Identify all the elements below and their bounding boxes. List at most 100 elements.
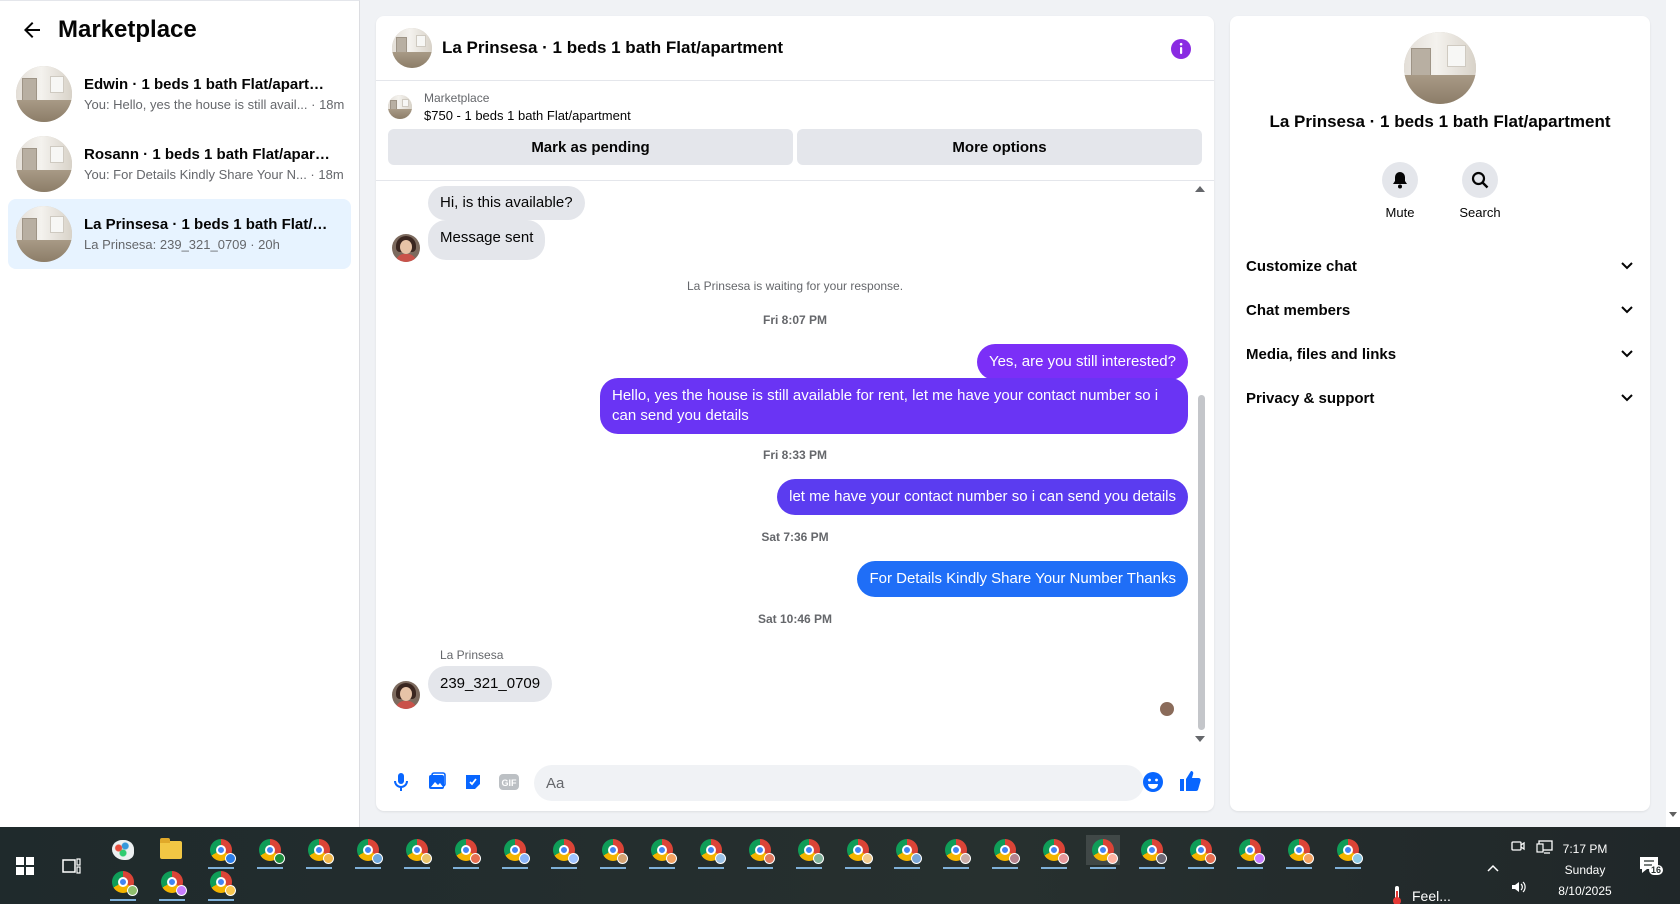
emoji-icon[interactable]: [1142, 771, 1164, 793]
contact-avatar: [392, 234, 420, 262]
conversation-preview: La Prinsesa: 239_321_0709 · 20h: [84, 237, 280, 252]
mark-as-pending-button[interactable]: Mark as pending: [388, 129, 793, 165]
chrome-app-icon[interactable]: [1135, 835, 1169, 869]
chrome-app-icon[interactable]: [1282, 835, 1316, 869]
chat-header: La Prinsesa · 1 beds 1 bath Flat/apartme…: [376, 16, 1214, 81]
file-explorer-icon[interactable]: [154, 835, 188, 865]
message-input[interactable]: Aa: [534, 765, 1144, 801]
chrome-app-icon[interactable]: [841, 835, 875, 869]
listing-thumbnail[interactable]: [388, 95, 412, 119]
chrome-app-icon[interactable]: [988, 835, 1022, 869]
chrome-app-icon[interactable]: [1184, 835, 1218, 869]
section-label: Media, files and links: [1246, 345, 1397, 363]
message-bubble-incoming[interactable]: 239_321_0709: [428, 666, 553, 702]
waiting-notice: La Prinsesa is waiting for your response…: [686, 279, 904, 293]
chevron-down-icon: [1621, 306, 1633, 314]
chrome-app-icon[interactable]: [792, 835, 826, 869]
conversation-sidebar: Marketplace Edwin · 1 beds 1 bath Flat/a…: [0, 0, 360, 827]
listing-thumbnail: [16, 206, 72, 262]
read-receipt-avatar: [1160, 702, 1174, 716]
message-thread[interactable]: Hi, is this available? Message sent La P…: [376, 182, 1214, 754]
section-chat-members[interactable]: Chat members: [1238, 288, 1642, 332]
scroll-down-arrow-icon[interactable]: [1195, 736, 1205, 742]
clock-date: 8/10/2025: [1558, 884, 1612, 898]
gif-icon[interactable]: GIF: [498, 771, 520, 793]
message-bubble-outgoing[interactable]: Yes, are you still interested?: [976, 344, 1188, 380]
windows-start-icon[interactable]: [16, 857, 34, 875]
microphone-icon[interactable]: [390, 771, 412, 793]
section-customize-chat[interactable]: Customize chat: [1238, 244, 1642, 288]
chrome-app-icon[interactable]: [204, 835, 238, 869]
chrome-app-icon[interactable]: [498, 835, 532, 869]
chrome-app-icon[interactable]: [400, 835, 434, 869]
notification-count: 16: [1649, 865, 1664, 875]
back-arrow-icon[interactable]: [20, 18, 44, 42]
conversation-item-la-prinsesa[interactable]: La Prinsesa · 1 beds 1 bath Flat/apa... …: [8, 199, 351, 269]
thumbs-up-icon[interactable]: [1178, 769, 1202, 793]
chrome-app-icon[interactable]: [890, 835, 924, 869]
message-bubble-incoming[interactable]: Hi, is this available?: [428, 186, 585, 220]
listing-thumbnail: [16, 66, 72, 122]
chrome-app-icon[interactable]: [1233, 835, 1267, 869]
contact-avatar: [392, 681, 420, 709]
search-icon: [1471, 171, 1489, 189]
clock-time: 7:17 PM: [1562, 842, 1608, 856]
scroll-down-arrow-icon[interactable]: [1669, 812, 1677, 817]
marketplace-listing-banner: Marketplace $750 - 1 beds 1 bath Flat/ap…: [376, 81, 1214, 181]
chrome-app-icon[interactable]: [939, 835, 973, 869]
page-scrollbar[interactable]: [1666, 0, 1680, 827]
mute-button[interactable]: Mute: [1378, 162, 1422, 220]
volume-icon[interactable]: [1510, 879, 1528, 895]
section-privacy-support[interactable]: Privacy & support: [1238, 376, 1642, 420]
photo-icon[interactable]: [426, 771, 448, 793]
message-bubble-outgoing[interactable]: Hello, yes the house is still available …: [600, 378, 1188, 434]
chevron-down-icon: [1621, 394, 1633, 402]
info-icon[interactable]: [1170, 38, 1192, 60]
chrome-app-icon[interactable]: [694, 835, 728, 869]
section-label: Privacy & support: [1246, 389, 1375, 407]
listing-price[interactable]: $750 - 1 beds 1 bath Flat/apartment: [424, 108, 631, 123]
chrome-app-icon[interactable]: [302, 835, 336, 869]
chevron-down-icon: [1621, 350, 1633, 358]
conversation-name: Rosann · 1 beds 1 bath Flat/apartm...: [84, 146, 334, 163]
paint-app-icon[interactable]: [106, 835, 140, 865]
chrome-app-icon[interactable]: [155, 867, 189, 901]
sticker-icon[interactable]: [462, 771, 484, 793]
section-label: Customize chat: [1246, 257, 1357, 275]
task-view-icon[interactable]: [62, 857, 82, 875]
conversation-item-rosann[interactable]: Rosann · 1 beds 1 bath Flat/apartm... Yo…: [8, 129, 351, 199]
chrome-app-icon[interactable]: [204, 867, 238, 901]
chrome-app-icon[interactable]: [106, 867, 140, 901]
chrome-app-icon[interactable]: [253, 835, 287, 869]
info-avatar: [1404, 32, 1476, 104]
conversation-item-edwin[interactable]: Edwin · 1 beds 1 bath Flat/apartment You…: [8, 59, 351, 129]
chrome-app-icon[interactable]: [1037, 835, 1071, 869]
message-scrollbar[interactable]: [1198, 395, 1205, 730]
scroll-up-arrow-icon[interactable]: [1195, 186, 1205, 192]
sidebar-header: Marketplace: [0, 1, 359, 59]
chrome-app-icon-active[interactable]: [1086, 835, 1120, 869]
notification-center[interactable]: 16: [1638, 854, 1664, 876]
chat-title[interactable]: La Prinsesa · 1 beds 1 bath Flat/apartme…: [442, 38, 783, 58]
chrome-app-icon[interactable]: [547, 835, 581, 869]
section-media-files-links[interactable]: Media, files and links: [1238, 332, 1642, 376]
meet-now-icon[interactable]: [1510, 839, 1526, 855]
chrome-app-icon[interactable]: [645, 835, 679, 869]
more-options-button[interactable]: More options: [797, 129, 1202, 165]
message-bubble-outgoing[interactable]: For Details Kindly Share Your Number Tha…: [857, 561, 1188, 597]
chat-header-avatar[interactable]: [392, 28, 432, 68]
conversation-preview: You: For Details Kindly Share Your N... …: [84, 167, 344, 182]
message-bubble-incoming[interactable]: Message sent: [428, 220, 546, 260]
search-button[interactable]: Search: [1458, 162, 1502, 220]
chrome-app-icon[interactable]: [1331, 835, 1365, 869]
chevron-up-icon[interactable]: [1486, 863, 1500, 873]
chrome-app-icon[interactable]: [449, 835, 483, 869]
sidebar-title: Marketplace: [58, 16, 197, 43]
weather-widget[interactable]: Feel...: [1390, 857, 1451, 904]
chevron-down-icon: [1621, 262, 1633, 270]
chrome-app-icon[interactable]: [596, 835, 630, 869]
chrome-app-icon[interactable]: [743, 835, 777, 869]
chrome-app-icon[interactable]: [351, 835, 385, 869]
message-bubble-outgoing[interactable]: let me have your contact number so i can…: [777, 479, 1188, 515]
system-clock[interactable]: 7:17 PM Sunday 8/10/2025: [1540, 839, 1630, 902]
